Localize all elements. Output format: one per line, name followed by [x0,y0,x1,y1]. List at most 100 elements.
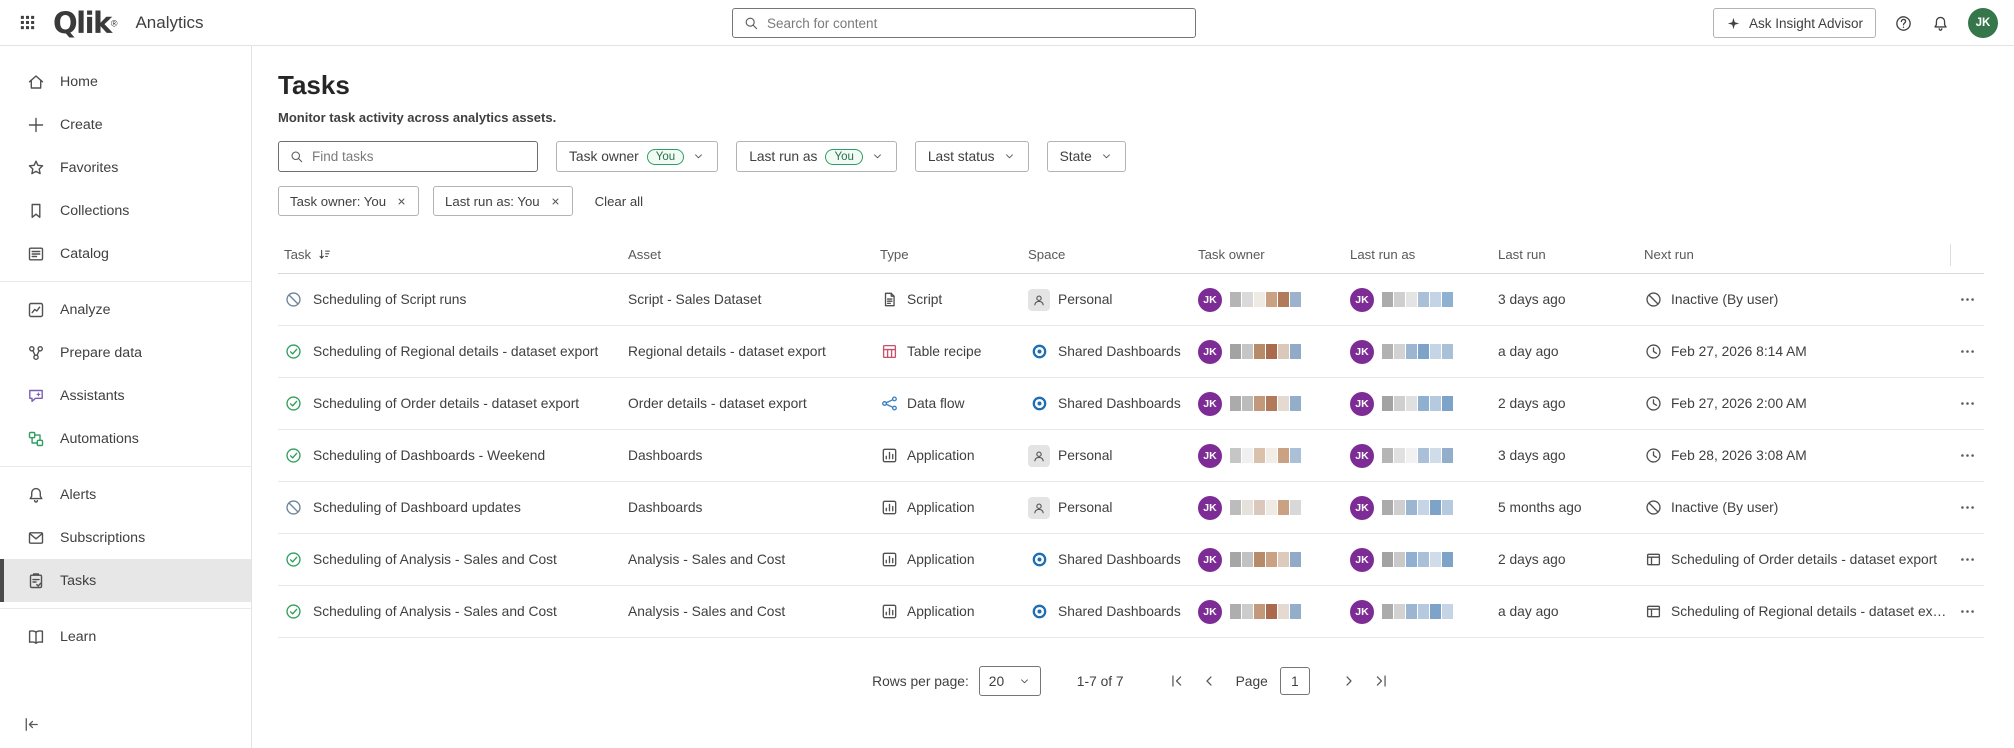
header-task[interactable]: Task [278,247,624,262]
state-filter[interactable]: State [1047,141,1126,172]
row-actions-icon[interactable] [1959,291,1976,308]
sidebar-item-collections[interactable]: Collections [0,189,251,232]
clear-all-link[interactable]: Clear all [595,194,643,209]
user-avatar[interactable]: JK [1968,8,1998,38]
row-actions-icon[interactable] [1959,551,1976,568]
run-history-chart [1230,604,1301,619]
find-tasks-input[interactable] [312,149,527,164]
task-name[interactable]: Scheduling of Order details - dataset ex… [313,396,579,411]
sort-descending-icon [317,247,332,262]
sidebar-item-analyze[interactable]: Analyze [0,288,251,331]
subscriptions-icon [26,528,46,548]
prev-page-icon[interactable] [1200,672,1218,690]
apps-grid-icon[interactable] [18,13,37,32]
topbar-actions: Ask Insight Advisor JK [1713,0,1998,46]
sidebar-item-automations[interactable]: Automations [0,417,251,460]
table-row[interactable]: Scheduling of Analysis - Sales and Cost … [278,534,1984,586]
sidebar-item-subscriptions[interactable]: Subscriptions [0,516,251,559]
find-tasks-field[interactable] [278,141,538,172]
notifications-icon[interactable] [1931,14,1950,33]
disabled-circle-icon [1644,498,1663,517]
chevron-down-icon [692,150,705,163]
shared-space-icon [1028,341,1050,363]
task-owner-filter[interactable]: Task owner You [556,141,718,172]
ask-insight-advisor-button[interactable]: Ask Insight Advisor [1713,8,1876,38]
owner-avatar: JK [1198,444,1222,468]
run-history-chart [1382,396,1453,411]
first-page-icon[interactable] [1168,672,1186,690]
sidebar-item-create[interactable]: Create [0,103,251,146]
sidebar-item-tasks[interactable]: Tasks [0,559,251,602]
chevron-down-icon [1003,150,1016,163]
sidebar-item-home[interactable]: Home [0,60,251,103]
header-space[interactable]: Space [1024,247,1194,262]
run-history-chart [1230,500,1301,515]
header-last-run[interactable]: Last run [1494,247,1640,262]
filter-chip-task-owner[interactable]: Task owner: You [278,186,419,216]
rows-per-page-select[interactable]: 20 [979,666,1041,696]
last-run-cell: 2 days ago [1494,396,1640,411]
sidebar-divider [0,466,251,467]
sidebar-item-learn[interactable]: Learn [0,615,251,658]
type-label: Application [907,604,975,619]
last-page-icon[interactable] [1372,672,1390,690]
application-icon [880,550,899,569]
row-actions-icon[interactable] [1959,447,1976,464]
close-icon[interactable] [550,196,561,207]
header-task-owner[interactable]: Task owner [1194,247,1346,262]
row-actions-icon[interactable] [1959,499,1976,516]
sidebar-item-catalog[interactable]: Catalog [0,232,251,275]
row-actions-icon[interactable] [1959,603,1976,620]
type-label: Script [907,292,942,307]
task-name[interactable]: Scheduling of Analysis - Sales and Cost [313,604,557,619]
last-run-cell: 5 months ago [1494,500,1640,515]
sidebar-item-assistants[interactable]: Assistants [0,374,251,417]
global-search[interactable] [732,8,1196,38]
table-row[interactable]: Scheduling of Order details - dataset ex… [278,378,1984,430]
clock-icon [1644,446,1663,465]
owner-avatar: JK [1198,392,1222,416]
header-next-run[interactable]: Next run [1640,247,1950,262]
last-status-filter[interactable]: Last status [915,141,1029,172]
task-name[interactable]: Scheduling of Analysis - Sales and Cost [313,552,557,567]
automations-icon [26,429,46,449]
collapse-sidebar-icon[interactable] [22,715,41,734]
asset-cell: Analysis - Sales and Cost [624,552,876,567]
sidebar-item-prepare-data[interactable]: Prepare data [0,331,251,374]
plus-icon [26,115,46,135]
learn-icon [26,627,46,647]
task-name[interactable]: Scheduling of Dashboard updates [313,500,521,515]
filter-chip-last-run-as[interactable]: Last run as: You [433,186,573,216]
last-run-cell: 3 days ago [1494,292,1640,307]
header-type[interactable]: Type [876,247,1024,262]
next-page-icon[interactable] [1340,672,1358,690]
sidebar-item-favorites[interactable]: Favorites [0,146,251,189]
task-name[interactable]: Scheduling of Dashboards - Weekend [313,448,545,463]
last-run-as-filter[interactable]: Last run as You [736,141,897,172]
main-content: Tasks Monitor task activity across analy… [252,46,2014,748]
row-actions-icon[interactable] [1959,343,1976,360]
space-label: Personal [1058,292,1112,307]
help-icon[interactable] [1894,14,1913,33]
table-row[interactable]: Scheduling of Dashboard updates Dashboar… [278,482,1984,534]
task-name[interactable]: Scheduling of Script runs [313,292,466,307]
table-row[interactable]: Scheduling of Analysis - Sales and Cost … [278,586,1984,638]
linked-task-icon [1644,602,1663,621]
close-icon[interactable] [396,196,407,207]
task-name[interactable]: Scheduling of Regional details - dataset… [313,344,598,359]
table-row[interactable]: Scheduling of Dashboards - Weekend Dashb… [278,430,1984,482]
row-actions-icon[interactable] [1959,395,1976,412]
last-run-cell: 3 days ago [1494,448,1640,463]
search-input[interactable] [767,16,1185,31]
table-header-row: Task Asset Type Space Task owner Last ru… [278,236,1984,274]
last-run-cell: 2 days ago [1494,552,1640,567]
type-label: Data flow [907,396,965,411]
header-last-run-as[interactable]: Last run as [1346,247,1494,262]
page-input[interactable] [1280,667,1310,695]
run-as-avatar: JK [1350,392,1374,416]
table-row[interactable]: Scheduling of Script runs Script - Sales… [278,274,1984,326]
header-asset[interactable]: Asset [624,247,876,262]
table-row[interactable]: Scheduling of Regional details - dataset… [278,326,1984,378]
owner-avatar: JK [1198,496,1222,520]
sidebar-item-alerts[interactable]: Alerts [0,473,251,516]
